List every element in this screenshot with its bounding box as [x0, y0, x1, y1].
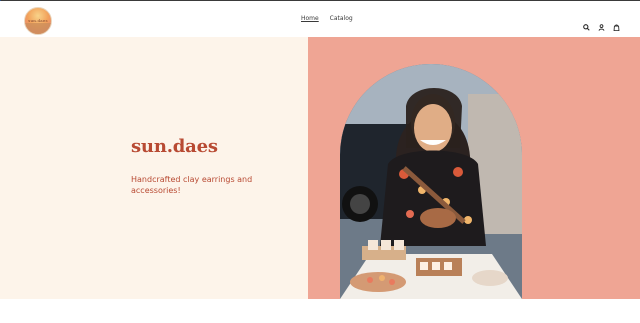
nav-home[interactable]: Home: [301, 15, 319, 22]
hero-text-panel: [0, 37, 308, 299]
hero-tagline: Handcrafted clay earrings and accessorie…: [131, 175, 253, 195]
site-header: sun.daes Home Catalog: [0, 1, 640, 38]
cart-icon[interactable]: [613, 16, 620, 32]
logo-text: sun.daes: [28, 18, 48, 23]
header-icons: [583, 16, 620, 32]
hero-brand-title: sun.daes: [131, 136, 218, 157]
search-icon[interactable]: [583, 16, 590, 31]
hero-photo: [340, 64, 522, 299]
main-nav: Home Catalog: [301, 15, 362, 22]
page-bottom-whitespace: [0, 299, 640, 323]
account-icon[interactable]: [598, 16, 605, 31]
logo-sunset-band: [25, 23, 51, 34]
brand-logo[interactable]: sun.daes: [24, 7, 52, 35]
nav-catalog[interactable]: Catalog: [330, 15, 353, 22]
